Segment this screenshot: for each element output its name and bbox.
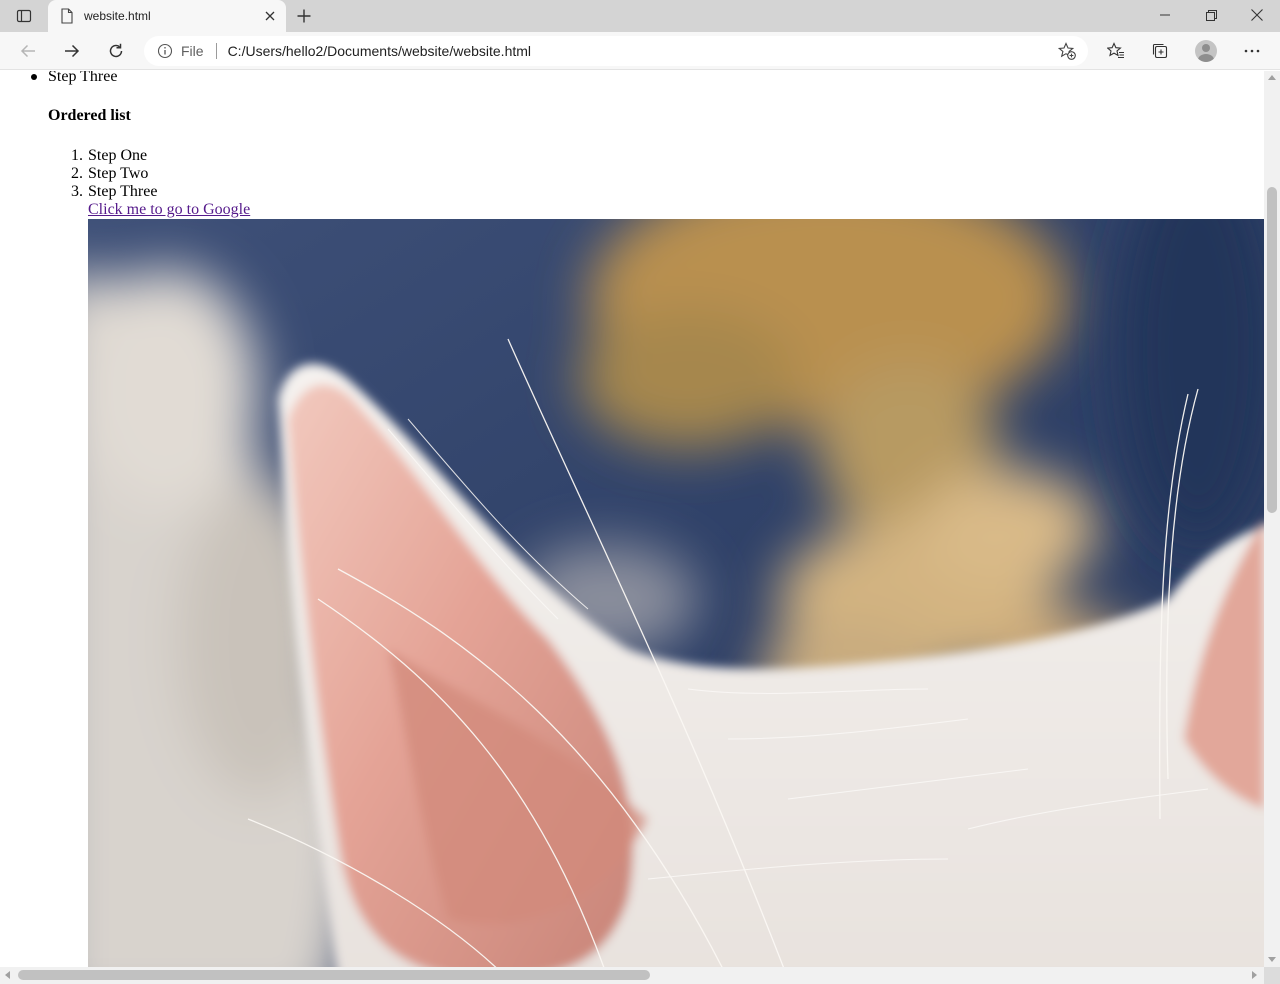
close-window-button[interactable] <box>1234 0 1280 30</box>
plus-icon <box>297 9 311 23</box>
close-icon <box>1251 9 1263 21</box>
more-icon <box>1244 49 1260 53</box>
arrow-right-icon <box>65 44 80 58</box>
back-button[interactable] <box>12 35 44 67</box>
minimize-icon <box>1160 14 1170 16</box>
info-icon <box>157 43 173 59</box>
forward-button[interactable] <box>56 35 88 67</box>
add-favorite-button[interactable] <box>1052 38 1082 64</box>
collections-button[interactable] <box>1144 35 1176 67</box>
list-item: 1. Step One <box>71 147 148 165</box>
tab-actions-button[interactable] <box>0 0 48 32</box>
google-link[interactable]: Click me to go to Google <box>88 201 250 219</box>
address-scheme: File <box>181 43 204 59</box>
scroll-down-arrow-icon[interactable] <box>1268 957 1276 962</box>
favorites-icon <box>1107 42 1124 59</box>
site-info-button[interactable] <box>155 41 175 61</box>
list-number: 3. <box>71 183 83 200</box>
refresh-button[interactable] <box>100 35 132 67</box>
horizontal-scrollbar[interactable] <box>0 967 1264 984</box>
list-item: 2. Step Two <box>71 165 149 183</box>
scroll-right-arrow-icon[interactable] <box>1252 971 1257 979</box>
restore-button[interactable] <box>1188 0 1234 30</box>
browser-toolbar: File C:/Users/hello2/Documents/website/w… <box>0 32 1280 70</box>
tab-title: website.html <box>84 9 151 23</box>
list-number: 2. <box>71 165 83 182</box>
list-item-label: Step One <box>88 147 148 164</box>
vertical-scrollbar[interactable] <box>1264 71 1280 967</box>
page-viewport: Step Three Ordered list 1. Step One 2. S… <box>0 71 1264 967</box>
close-icon <box>265 11 275 21</box>
refresh-icon <box>109 43 123 58</box>
address-bar[interactable]: File C:/Users/hello2/Documents/website/w… <box>144 36 1088 66</box>
page-file-icon <box>61 8 73 24</box>
tab-close-button[interactable] <box>258 4 282 28</box>
star-add-icon <box>1058 42 1076 60</box>
title-bar: website.html <box>0 0 1280 32</box>
settings-menu-button[interactable] <box>1236 35 1268 67</box>
arrow-left-icon <box>20 44 35 58</box>
scroll-up-arrow-icon[interactable] <box>1268 75 1276 80</box>
cat-photo <box>88 219 1264 967</box>
list-item-label: Step Two <box>88 165 149 182</box>
scroll-left-arrow-icon[interactable] <box>5 971 10 979</box>
collections-icon <box>1152 43 1168 59</box>
avatar <box>1195 40 1217 62</box>
address-url[interactable]: C:/Users/hello2/Documents/website/websit… <box>228 43 1052 59</box>
address-divider <box>215 43 217 59</box>
list-item: 3. Step Three <box>71 183 158 201</box>
profile-button[interactable] <box>1190 35 1222 67</box>
list-number: 1. <box>71 147 83 164</box>
tab-active[interactable]: website.html <box>48 0 286 32</box>
tab-actions-icon <box>16 9 32 23</box>
minimize-button[interactable] <box>1142 0 1188 30</box>
cat-photo-graphic <box>88 219 1264 967</box>
scrollbar-corner <box>1264 967 1280 984</box>
ordered-list-heading: Ordered list <box>48 107 131 124</box>
horizontal-scroll-thumb[interactable] <box>18 970 650 980</box>
favorites-button[interactable] <box>1100 35 1132 67</box>
list-item-label: Step Three <box>88 183 158 200</box>
restore-icon <box>1205 9 1217 21</box>
new-tab-button[interactable] <box>290 2 318 30</box>
vertical-scroll-thumb[interactable] <box>1267 187 1277 513</box>
list-item: Step Three <box>30 71 117 86</box>
